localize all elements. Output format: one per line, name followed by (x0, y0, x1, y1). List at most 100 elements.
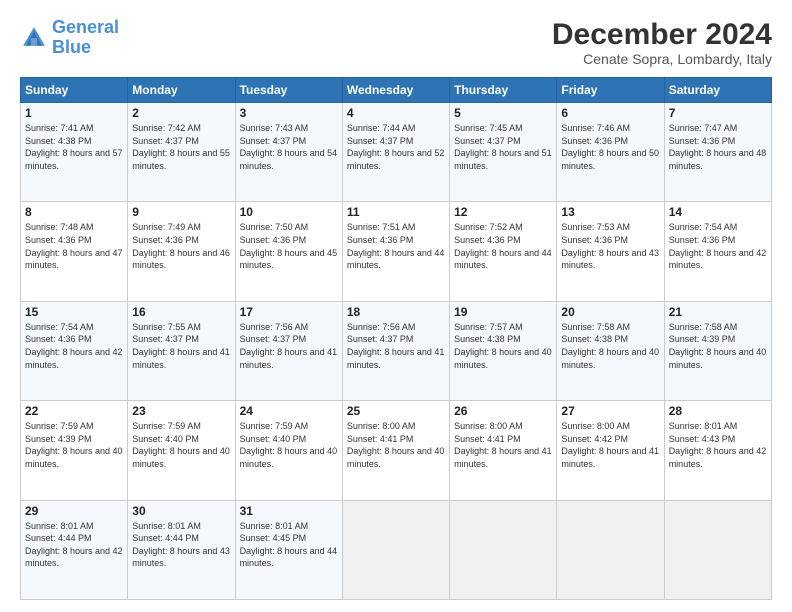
calendar-cell: 22Sunrise: 7:59 AM Sunset: 4:39 PM Dayli… (21, 401, 128, 500)
cell-details: Sunrise: 7:56 AM Sunset: 4:37 PM Dayligh… (240, 321, 338, 371)
calendar-cell: 9 Sunrise: 7:49 AM Sunset: 4:36 PM Daylig… (128, 202, 235, 301)
day-number: 11 (347, 205, 445, 219)
cell-details: Sunrise: 8:00 AM Sunset: 4:42 PM Dayligh… (561, 420, 659, 470)
cell-details: Sunrise: 7:43 AM Sunset: 4:37 PM Dayligh… (240, 122, 338, 172)
main-title: December 2024 (552, 18, 772, 51)
cell-details: Sunrise: 7:47 AM Sunset: 4:36 PM Dayligh… (669, 122, 767, 172)
calendar-cell (342, 500, 449, 599)
cell-details: Sunrise: 7:44 AM Sunset: 4:37 PM Dayligh… (347, 122, 445, 172)
logo-general: General (52, 17, 119, 37)
calendar-cell: 7Sunrise: 7:47 AM Sunset: 4:36 PM Daylig… (664, 103, 771, 202)
day-number: 27 (561, 404, 659, 418)
day-number: 8 (25, 205, 123, 219)
calendar-cell: 19Sunrise: 7:57 AM Sunset: 4:38 PM Dayli… (450, 301, 557, 400)
calendar-cell: 3 Sunrise: 7:43 AM Sunset: 4:37 PM Daylig… (235, 103, 342, 202)
calendar-cell: 1 Sunrise: 7:41 AM Sunset: 4:38 PM Daylig… (21, 103, 128, 202)
cell-details: Sunrise: 7:54 AM Sunset: 4:36 PM Dayligh… (25, 321, 123, 371)
day-number: 3 (240, 106, 338, 120)
day-number: 14 (669, 205, 767, 219)
calendar-cell: 12 Sunrise: 7:52 AM Sunset: 4:36 PM Dayli… (450, 202, 557, 301)
cell-details: Sunrise: 8:01 AM Sunset: 4:44 PM Dayligh… (132, 520, 230, 570)
day-number: 15 (25, 305, 123, 319)
day-number: 20 (561, 305, 659, 319)
day-number: 13 (561, 205, 659, 219)
subtitle: Cenate Sopra, Lombardy, Italy (552, 51, 772, 67)
day-number: 22 (25, 404, 123, 418)
cell-details: Sunrise: 7:59 AM Sunset: 4:40 PM Dayligh… (132, 420, 230, 470)
day-number: 9 (132, 205, 230, 219)
weekday-header: Monday (128, 78, 235, 103)
day-number: 29 (25, 504, 123, 518)
logo: General Blue (20, 18, 119, 58)
cell-details: Sunrise: 7:58 AM Sunset: 4:38 PM Dayligh… (561, 321, 659, 371)
calendar-week-row: 29 Sunrise: 8:01 AM Sunset: 4:44 PM Dayli… (21, 500, 772, 599)
calendar-week-row: 22Sunrise: 7:59 AM Sunset: 4:39 PM Dayli… (21, 401, 772, 500)
cell-details: Sunrise: 7:41 AM Sunset: 4:38 PM Dayligh… (25, 122, 123, 172)
calendar-week-row: 8 Sunrise: 7:48 AM Sunset: 4:36 PM Daylig… (21, 202, 772, 301)
calendar-cell (664, 500, 771, 599)
title-block: December 2024 Cenate Sopra, Lombardy, It… (552, 18, 772, 67)
cell-details: Sunrise: 7:55 AM Sunset: 4:37 PM Dayligh… (132, 321, 230, 371)
cell-details: Sunrise: 7:46 AM Sunset: 4:36 PM Dayligh… (561, 122, 659, 172)
day-number: 1 (25, 106, 123, 120)
calendar-cell: 29 Sunrise: 8:01 AM Sunset: 4:44 PM Dayli… (21, 500, 128, 599)
calendar-cell: 14 Sunrise: 7:54 AM Sunset: 4:36 PM Dayli… (664, 202, 771, 301)
calendar-cell: 31 Sunrise: 8:01 AM Sunset: 4:45 PM Dayli… (235, 500, 342, 599)
calendar-cell: 8 Sunrise: 7:48 AM Sunset: 4:36 PM Daylig… (21, 202, 128, 301)
day-number: 19 (454, 305, 552, 319)
cell-details: Sunrise: 7:51 AM Sunset: 4:36 PM Dayligh… (347, 221, 445, 271)
cell-details: Sunrise: 7:54 AM Sunset: 4:36 PM Dayligh… (669, 221, 767, 271)
calendar-cell: 10Sunrise: 7:50 AM Sunset: 4:36 PM Dayli… (235, 202, 342, 301)
cell-details: Sunrise: 7:42 AM Sunset: 4:37 PM Dayligh… (132, 122, 230, 172)
cell-details: Sunrise: 8:00 AM Sunset: 4:41 PM Dayligh… (347, 420, 445, 470)
calendar-week-row: 1 Sunrise: 7:41 AM Sunset: 4:38 PM Daylig… (21, 103, 772, 202)
weekday-header: Saturday (664, 78, 771, 103)
calendar-cell: 28 Sunrise: 8:01 AM Sunset: 4:43 PM Dayli… (664, 401, 771, 500)
calendar-cell: 21Sunrise: 7:58 AM Sunset: 4:39 PM Dayli… (664, 301, 771, 400)
cell-details: Sunrise: 8:01 AM Sunset: 4:45 PM Dayligh… (240, 520, 338, 570)
day-number: 28 (669, 404, 767, 418)
cell-details: Sunrise: 8:01 AM Sunset: 4:43 PM Dayligh… (669, 420, 767, 470)
calendar-cell: 27 Sunrise: 8:00 AM Sunset: 4:42 PM Dayli… (557, 401, 664, 500)
cell-details: Sunrise: 7:45 AM Sunset: 4:37 PM Dayligh… (454, 122, 552, 172)
cell-details: Sunrise: 8:01 AM Sunset: 4:44 PM Dayligh… (25, 520, 123, 570)
weekday-header: Sunday (21, 78, 128, 103)
day-number: 2 (132, 106, 230, 120)
weekday-header: Thursday (450, 78, 557, 103)
day-number: 5 (454, 106, 552, 120)
calendar-cell: 15 Sunrise: 7:54 AM Sunset: 4:36 PM Dayli… (21, 301, 128, 400)
cell-details: Sunrise: 7:49 AM Sunset: 4:36 PM Dayligh… (132, 221, 230, 271)
logo-blue: Blue (52, 38, 119, 58)
calendar-cell: 17Sunrise: 7:56 AM Sunset: 4:37 PM Dayli… (235, 301, 342, 400)
day-number: 24 (240, 404, 338, 418)
day-number: 31 (240, 504, 338, 518)
calendar-cell: 2 Sunrise: 7:42 AM Sunset: 4:37 PM Daylig… (128, 103, 235, 202)
calendar-cell: 30 Sunrise: 8:01 AM Sunset: 4:44 PM Dayli… (128, 500, 235, 599)
calendar-table: SundayMondayTuesdayWednesdayThursdayFrid… (20, 77, 772, 600)
day-number: 30 (132, 504, 230, 518)
calendar-cell: 20 Sunrise: 7:58 AM Sunset: 4:38 PM Dayli… (557, 301, 664, 400)
cell-details: Sunrise: 7:50 AM Sunset: 4:36 PM Dayligh… (240, 221, 338, 271)
day-number: 23 (132, 404, 230, 418)
cell-details: Sunrise: 7:52 AM Sunset: 4:36 PM Dayligh… (454, 221, 552, 271)
calendar-cell: 6 Sunrise: 7:46 AM Sunset: 4:36 PM Daylig… (557, 103, 664, 202)
cell-details: Sunrise: 7:56 AM Sunset: 4:37 PM Dayligh… (347, 321, 445, 371)
header: General Blue December 2024 Cenate Sopra,… (20, 18, 772, 67)
cell-details: Sunrise: 7:48 AM Sunset: 4:36 PM Dayligh… (25, 221, 123, 271)
calendar-cell: 25 Sunrise: 8:00 AM Sunset: 4:41 PM Dayli… (342, 401, 449, 500)
cell-details: Sunrise: 7:59 AM Sunset: 4:40 PM Dayligh… (240, 420, 338, 470)
day-number: 25 (347, 404, 445, 418)
calendar-cell (557, 500, 664, 599)
calendar-cell: 24 Sunrise: 7:59 AM Sunset: 4:40 PM Dayli… (235, 401, 342, 500)
day-number: 6 (561, 106, 659, 120)
calendar-cell: 13 Sunrise: 7:53 AM Sunset: 4:36 PM Dayli… (557, 202, 664, 301)
calendar-cell: 23 Sunrise: 7:59 AM Sunset: 4:40 PM Dayli… (128, 401, 235, 500)
calendar-cell: 16Sunrise: 7:55 AM Sunset: 4:37 PM Dayli… (128, 301, 235, 400)
weekday-header: Tuesday (235, 78, 342, 103)
calendar-cell: 4Sunrise: 7:44 AM Sunset: 4:37 PM Daylig… (342, 103, 449, 202)
weekday-header: Friday (557, 78, 664, 103)
day-number: 12 (454, 205, 552, 219)
calendar-cell: 5 Sunrise: 7:45 AM Sunset: 4:37 PM Daylig… (450, 103, 557, 202)
cell-details: Sunrise: 7:58 AM Sunset: 4:39 PM Dayligh… (669, 321, 767, 371)
cell-details: Sunrise: 7:53 AM Sunset: 4:36 PM Dayligh… (561, 221, 659, 271)
